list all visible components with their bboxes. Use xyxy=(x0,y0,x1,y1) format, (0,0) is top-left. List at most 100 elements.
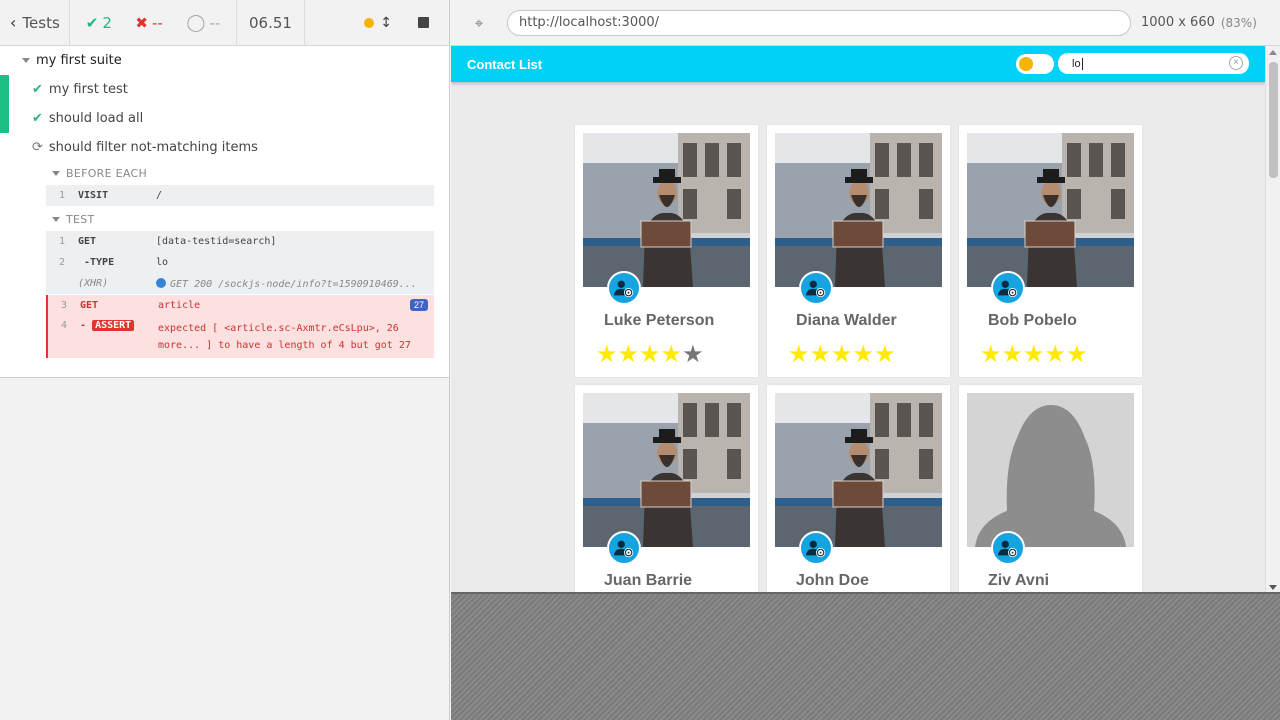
viewport-info[interactable]: 1000 x 660 (83%) xyxy=(1141,15,1257,30)
star-icon: ★ xyxy=(617,340,640,368)
auto-scroll-toggle[interactable]: ↕ xyxy=(364,15,392,31)
test-row-running[interactable]: ⟳ should filter not-matching items xyxy=(0,133,449,162)
search-input[interactable]: lo × xyxy=(1058,53,1249,74)
hook-test[interactable]: TEST xyxy=(0,208,449,231)
command-row-get-article[interactable]: 3 get article 27 xyxy=(46,295,434,316)
contact-name: John Doe xyxy=(796,572,869,589)
aut-stage: Contact List lo × Luke Peterson ★★★★★ Di… xyxy=(451,46,1280,720)
contact-avatar-icon xyxy=(613,280,634,298)
contact-card[interactable]: Bob Pobelo ★★★★★ xyxy=(959,125,1142,377)
arrows-vertical-icon: ↕ xyxy=(380,14,392,31)
contact-photo xyxy=(583,393,750,547)
toggle-knob-icon xyxy=(1019,57,1033,71)
status-dot-icon xyxy=(364,17,375,28)
contact-avatar-icon xyxy=(997,540,1018,558)
test-title: should filter not-matching items xyxy=(48,140,258,155)
caret-down-icon xyxy=(52,171,60,176)
test-title: my first test xyxy=(48,82,128,97)
contact-photo xyxy=(967,133,1134,287)
contact-name: Luke Peterson xyxy=(604,312,715,329)
test-reporter: ‹ Tests ✔ 2 ✖ -- ◯ -- 06.51 ↕ my first s… xyxy=(0,0,450,720)
url-bar[interactable]: http://localhost:3000/ xyxy=(507,9,1131,36)
reporter-header: ‹ Tests ✔ 2 ✖ -- ◯ -- 06.51 ↕ xyxy=(0,0,449,46)
app-viewport: Contact List lo × Luke Peterson ★★★★★ Di… xyxy=(451,46,1280,594)
test-row[interactable]: ✔ should load all xyxy=(0,104,449,133)
musician-photo-icon xyxy=(583,133,750,287)
contact-rating: ★★★★★ xyxy=(596,340,704,368)
person-placeholder-icon xyxy=(967,393,1134,547)
back-label: Tests xyxy=(22,13,60,32)
command-row[interactable]: 1 get [data-testid=search] xyxy=(46,231,434,252)
musician-photo-icon xyxy=(775,393,942,547)
pending-stat[interactable]: ◯ -- xyxy=(186,13,220,33)
contact-avatar-badge xyxy=(607,531,641,565)
star-icon: ★ xyxy=(682,340,704,368)
hook-before-each[interactable]: BEFORE EACH xyxy=(0,162,449,185)
star-icon: ★ xyxy=(1066,340,1088,368)
contact-card[interactable]: Ziv Avni xyxy=(959,385,1142,592)
reporter-runnables: my first suite ✔ my first test ✔ should … xyxy=(0,46,449,378)
contact-photo xyxy=(967,393,1134,547)
star-icon: ★ xyxy=(1044,340,1067,368)
contact-card[interactable]: Diana Walder ★★★★★ xyxy=(767,125,950,377)
clear-search-icon[interactable]: × xyxy=(1229,56,1243,70)
contact-avatar-badge xyxy=(991,531,1025,565)
star-icon: ★ xyxy=(1023,340,1045,368)
test-row[interactable]: ✔ my first test xyxy=(0,75,449,104)
app-navbar: Contact List lo × xyxy=(451,46,1265,82)
star-icon: ★ xyxy=(809,340,832,368)
musician-photo-icon xyxy=(775,133,942,287)
contact-avatar-icon xyxy=(805,280,826,298)
contact-photo xyxy=(775,133,942,287)
selector-playground-button[interactable]: ⌖ xyxy=(451,14,507,32)
contact-card[interactable]: Juan Barrie xyxy=(575,385,758,592)
crosshairs-icon: ⌖ xyxy=(474,13,484,32)
theme-toggle[interactable] xyxy=(1016,54,1054,74)
contact-avatar-badge xyxy=(799,531,833,565)
test-stats: ✔ 2 ✖ -- ◯ -- xyxy=(70,0,237,45)
suite-row[interactable]: my first suite xyxy=(0,47,449,74)
back-to-tests-button[interactable]: ‹ Tests xyxy=(0,0,70,45)
musician-photo-icon xyxy=(583,393,750,547)
contact-card[interactable]: John Doe xyxy=(767,385,950,592)
check-icon: ✔ xyxy=(32,111,43,126)
text-caret xyxy=(1081,57,1083,70)
star-icon: ★ xyxy=(980,340,1002,368)
contact-card[interactable]: Luke Peterson ★★★★★ xyxy=(575,125,758,377)
musician-photo-icon xyxy=(967,133,1134,287)
failed-stat[interactable]: ✖ -- xyxy=(135,14,162,32)
contact-rating: ★★★★★ xyxy=(980,340,1088,368)
star-icon: ★ xyxy=(831,340,853,368)
contact-name: Diana Walder xyxy=(796,312,897,329)
star-icon: ★ xyxy=(788,340,810,368)
command-row[interactable]: 1 visit / xyxy=(46,185,434,206)
scrollbar[interactable] xyxy=(1265,46,1280,592)
refresh-icon: ⟳ xyxy=(32,140,43,155)
command-row-assert[interactable]: 4 - assert expected [ <article.sc-Axmtr.… xyxy=(46,316,434,358)
contact-avatar-badge xyxy=(799,271,833,305)
scroll-down-icon[interactable] xyxy=(1269,585,1277,590)
contact-name: Ziv Avni xyxy=(988,572,1050,589)
suite-title: my first suite xyxy=(36,53,122,68)
test-title: should load all xyxy=(48,111,144,126)
check-icon: ✔ xyxy=(32,82,43,97)
reporter-controls: ↕ xyxy=(305,0,449,45)
command-row-xhr[interactable]: (xhr) GET 200 /sockjs-node/info?t=159091… xyxy=(46,273,434,294)
contact-avatar-badge xyxy=(991,271,1025,305)
star-icon: ★ xyxy=(639,340,661,368)
star-icon: ★ xyxy=(660,340,683,368)
caret-down-icon xyxy=(52,217,60,222)
viewport-zoom: (83%) xyxy=(1220,15,1257,30)
circle-notch-icon: ◯ xyxy=(186,12,206,33)
contact-name: Bob Pobelo xyxy=(988,312,1077,329)
contact-photo xyxy=(583,133,750,287)
url-text: http://localhost:3000/ xyxy=(519,15,660,30)
viewport-size: 1000 x 660 xyxy=(1141,15,1215,30)
stop-icon[interactable] xyxy=(418,17,429,28)
star-icon: ★ xyxy=(1001,340,1024,368)
scroll-up-icon[interactable] xyxy=(1269,50,1277,55)
passed-stat[interactable]: ✔ 2 xyxy=(86,14,112,32)
command-row[interactable]: 2 -type lo xyxy=(46,252,434,273)
scrollbar-thumb[interactable] xyxy=(1269,62,1278,178)
duration: 06.51 xyxy=(237,0,305,45)
